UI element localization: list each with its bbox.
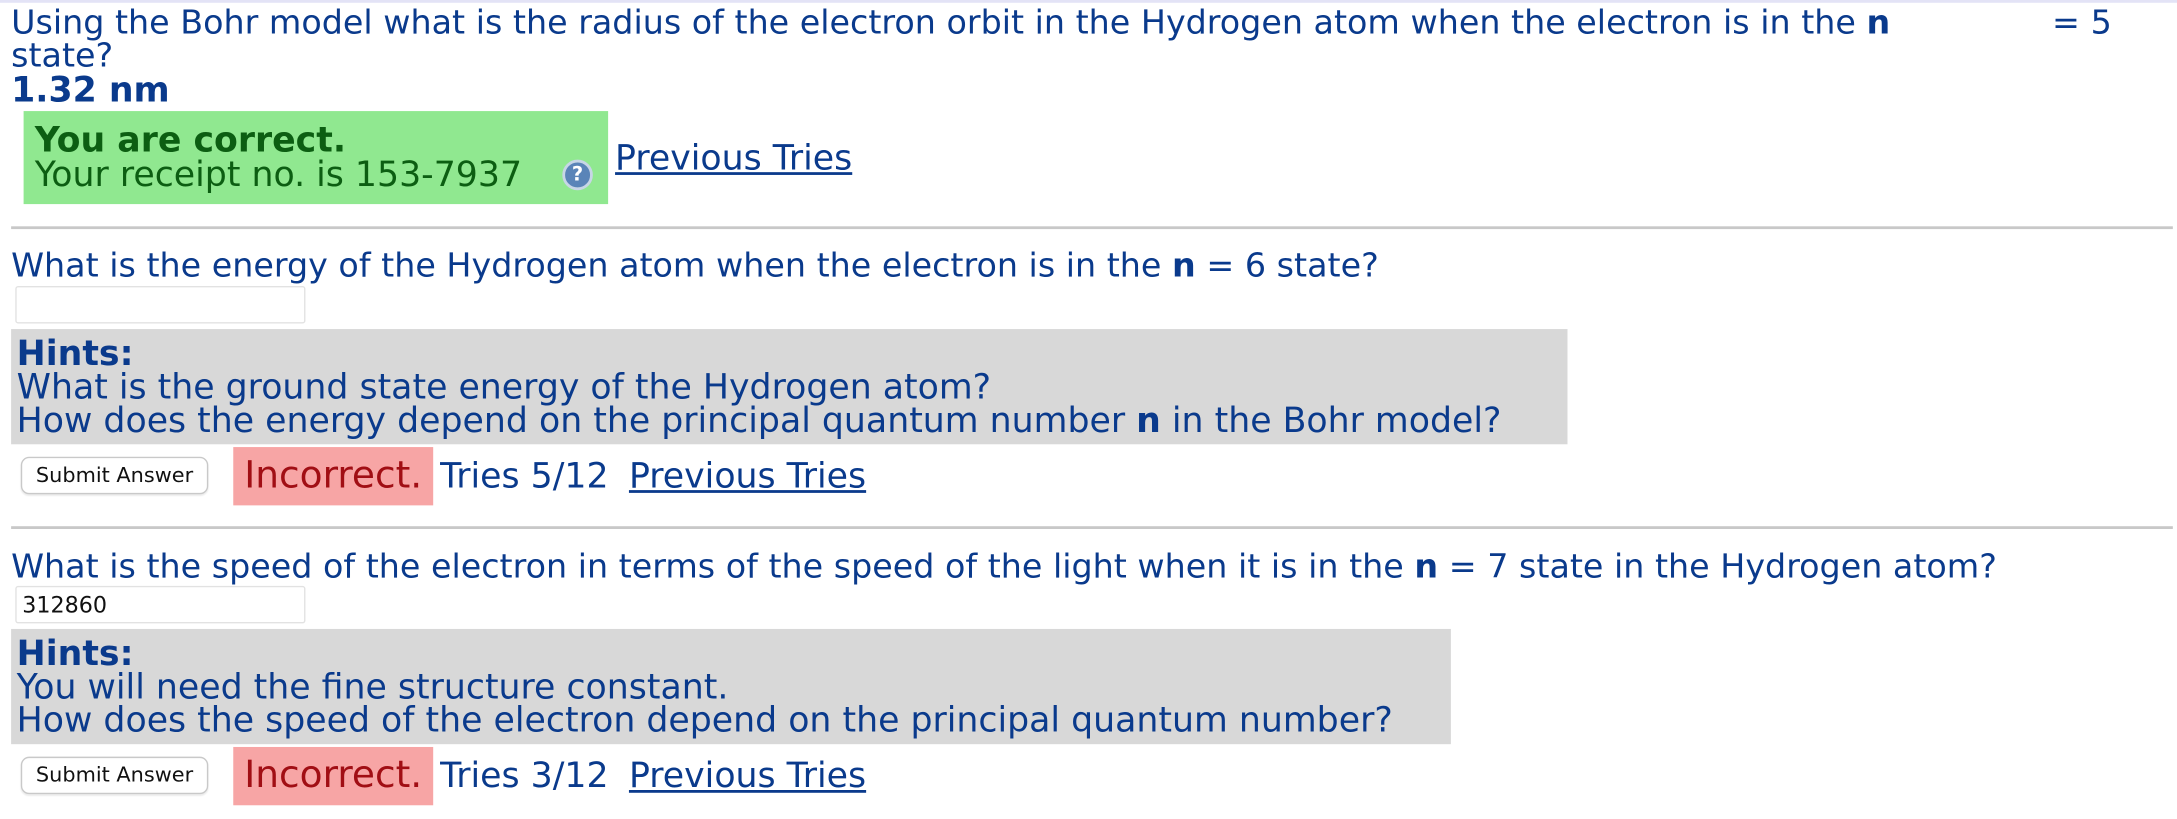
- question-1-answer: 1.32 nm: [11, 69, 170, 110]
- question-2-tries-count: Tries 5/12: [440, 455, 609, 496]
- question-3-submit-button[interactable]: Submit Answer: [20, 756, 209, 795]
- question-3-incorrect-badge: Incorrect.: [233, 746, 434, 806]
- question-2-text-part2: = 6 state?: [1195, 245, 1379, 285]
- question-3-hints-box: Hints: You will need the fine structure …: [11, 628, 1451, 745]
- question-2-hint-2-part1: How does the energy depend on the princi…: [16, 399, 1137, 441]
- question-1-text: Using the Bohr model what is the radius …: [11, 6, 1890, 39]
- question-3-n: n: [1414, 547, 1439, 586]
- question-1-text-part1: Using the Bohr model what is the radius …: [11, 2, 1867, 42]
- help-icon[interactable]: ?: [562, 159, 593, 191]
- question-2-hint-2-part2: in the Bohr model?: [1160, 399, 1502, 441]
- question-2-hint-2-n: n: [1136, 399, 1161, 441]
- question-2-text: What is the energy of the Hydrogen atom …: [11, 249, 1379, 282]
- question-2-incorrect-badge: Incorrect.: [233, 447, 434, 506]
- question-1-text-tail-wrap: = 5: [2052, 6, 2112, 39]
- question-3-hint-2: How does the speed of the electron depen…: [16, 699, 1393, 741]
- question-3-tries-count: Tries 3/12: [440, 755, 609, 796]
- question-2-previous-tries-link[interactable]: Previous Tries: [629, 457, 866, 494]
- correct-title: You are correct.: [34, 119, 347, 160]
- divider-2: [11, 526, 2173, 529]
- question-3-text-part1: What is the speed of the electron in ter…: [11, 547, 1415, 586]
- question-3-text-part2: = 7 state in the Hydrogen atom?: [1438, 547, 1997, 586]
- question-2-text-part1: What is the energy of the Hydrogen atom …: [11, 245, 1173, 285]
- receipt-number: Your receipt no. is 153-7937: [34, 154, 523, 195]
- divider-1: [11, 226, 2173, 230]
- question-1-text-tail: state?: [11, 39, 113, 72]
- question-1-n: n: [1866, 2, 1891, 42]
- question-2-n: n: [1172, 245, 1196, 285]
- question-2-hint-2: How does the energy depend on the princi…: [16, 399, 1502, 441]
- problem-page: Using the Bohr model what is the radius …: [0, 0, 2177, 819]
- correct-feedback: You are correct. Your receipt no. is 153…: [23, 111, 609, 205]
- question-1-text-part2-a: = 5: [2052, 2, 2112, 42]
- question-2-hints-box: Hints: What is the ground state energy o…: [11, 329, 1568, 445]
- question-3-text: What is the speed of the electron in ter…: [11, 550, 1997, 583]
- question-2-submit-button[interactable]: Submit Answer: [20, 456, 209, 495]
- question-3-answer-input[interactable]: [15, 585, 306, 624]
- question-3-previous-tries-link[interactable]: Previous Tries: [629, 757, 866, 794]
- question-2-answer-input[interactable]: [15, 286, 306, 324]
- question-1-previous-tries-link[interactable]: Previous Tries: [615, 140, 852, 176]
